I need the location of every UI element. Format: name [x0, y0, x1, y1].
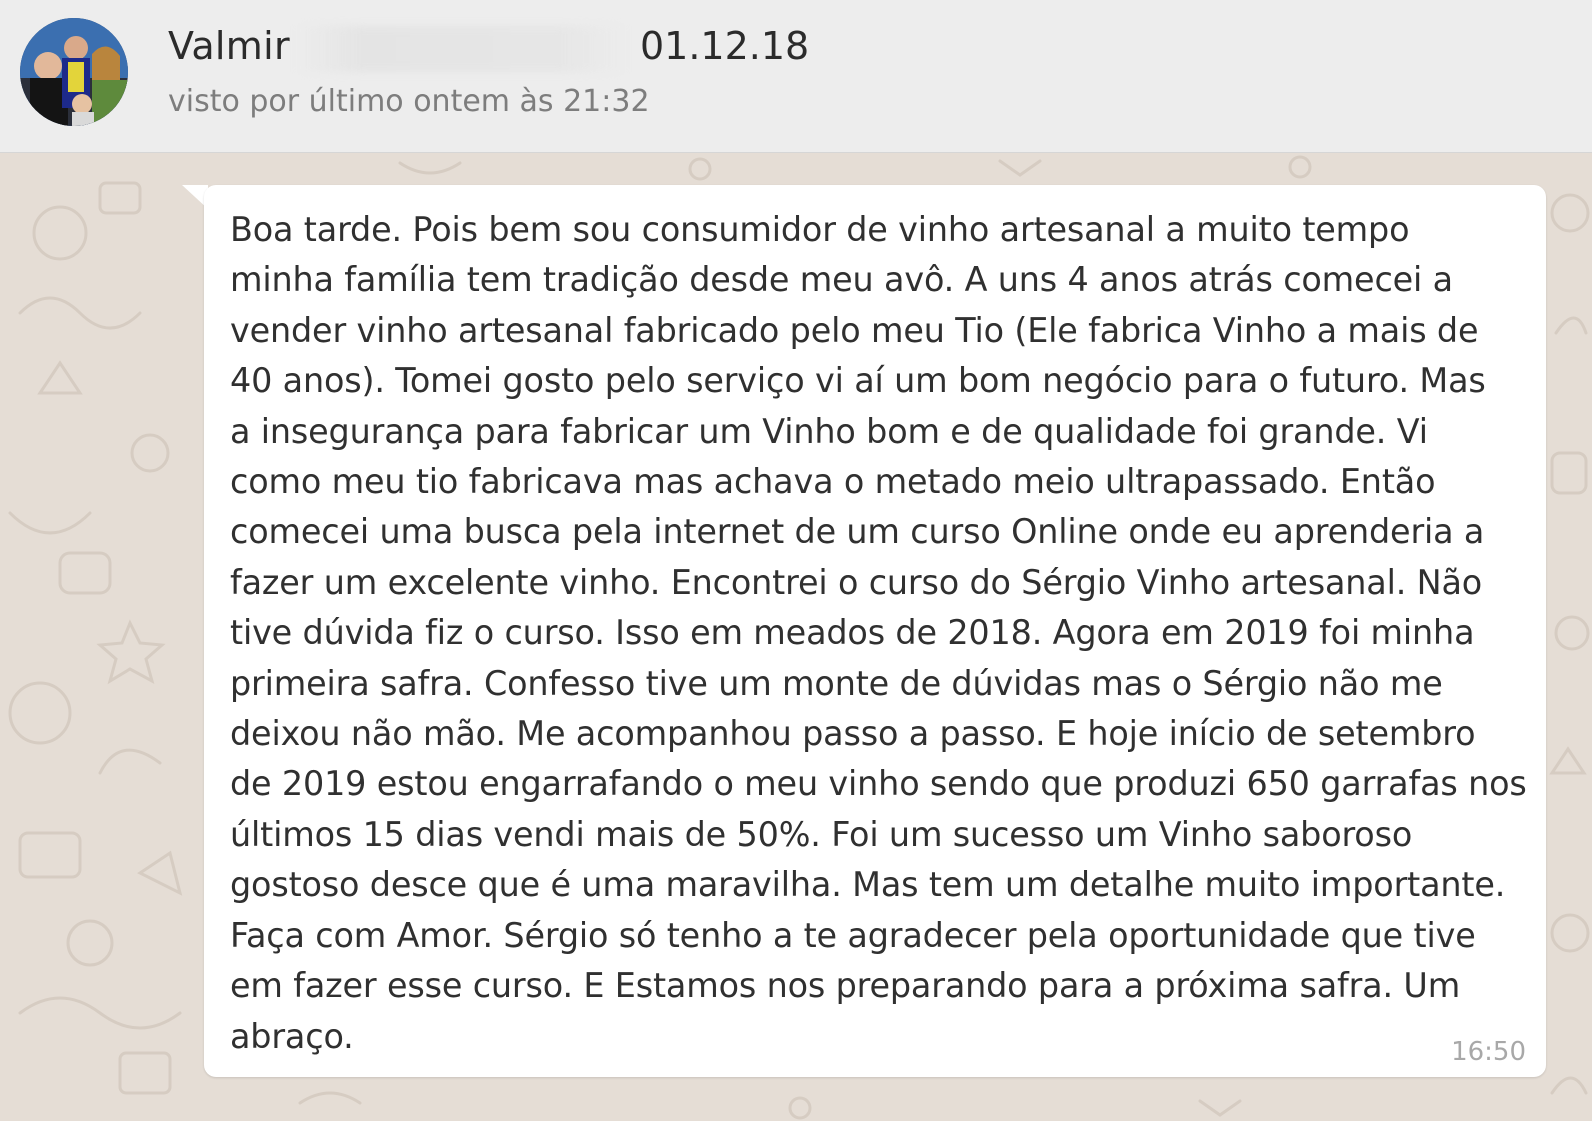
last-seen-status: visto por último ontem às 21:32: [168, 84, 650, 119]
chat-area[interactable]: Boa tarde. Pois bem sou consumidor de vi…: [0, 153, 1592, 1121]
incoming-message-bubble[interactable]: Boa tarde. Pois bem sou consumidor de vi…: [204, 185, 1546, 1077]
contact-name[interactable]: Valmir: [168, 24, 290, 68]
chat-header[interactable]: Valmir 01.12.18 visto por último ontem à…: [0, 0, 1592, 153]
avatar-photo: [20, 18, 128, 126]
contact-avatar[interactable]: [20, 18, 128, 126]
message-timestamp: 16:50: [1451, 1037, 1526, 1067]
redacted-name-area: [296, 26, 626, 72]
contact-date: 01.12.18: [640, 24, 810, 68]
message-text: Boa tarde. Pois bem sou consumidor de vi…: [230, 210, 1527, 1056]
